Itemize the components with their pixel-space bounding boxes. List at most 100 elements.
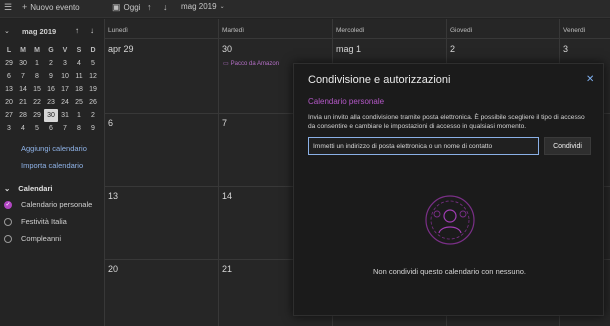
mini-calendar-day[interactable]: 7 (16, 70, 30, 83)
share-button[interactable]: Condividi (544, 137, 591, 155)
dialog-title: Condivisione e autorizzazioni (308, 74, 451, 86)
next-arrow-button[interactable]: ↓ (163, 2, 168, 12)
day-number[interactable]: 30 (222, 44, 232, 54)
mini-calendar-day[interactable]: 21 (16, 96, 30, 109)
mini-calendar-day[interactable]: 2 (44, 57, 58, 70)
mini-calendar-day[interactable]: 17 (58, 83, 72, 96)
mini-calendar-day[interactable]: 1 (72, 109, 86, 122)
checked-circle-icon: ✓ (4, 200, 12, 209)
calendar-event[interactable]: ▭ Pacco da Amazon (223, 60, 279, 68)
mini-calendar-day[interactable]: 1 (30, 57, 44, 70)
calendar-today-icon: ▣ (112, 2, 121, 12)
prev-arrow-button[interactable]: ↑ (147, 2, 152, 12)
calendars-section-title: Calendari (18, 184, 53, 193)
mini-calendar-day[interactable]: 5 (30, 122, 44, 135)
mini-prev-month-icon[interactable]: ↑ (75, 26, 79, 35)
mini-calendar-day[interactable]: 26 (86, 96, 100, 109)
calendar-item-birthdays[interactable]: Compleanni (4, 234, 61, 243)
sidebar: ⌄ mag 2019 ↑ ↓ L M M G V S D 29 30 1 2 3 4 5 6 7 8 9 10 11 1… (0, 19, 104, 326)
plus-icon: + (22, 2, 28, 12)
day-number[interactable]: 6 (108, 118, 113, 128)
calendar-item-label: Festività Italia (21, 217, 67, 226)
dialog-description: Invia un invito alla condivisione tramit… (308, 114, 585, 130)
import-calendar-link[interactable]: Importa calendario (21, 161, 83, 170)
mini-calendar-day[interactable]: 2 (86, 109, 100, 122)
mini-calendar-day[interactable]: 27 (2, 109, 16, 122)
mini-calendar-day[interactable]: 24 (58, 96, 72, 109)
day-number[interactable]: 3 (563, 44, 568, 54)
mini-calendar-week: 29 30 1 2 3 4 5 (2, 57, 100, 70)
empty-circle-icon (4, 234, 12, 243)
share-illustration-icon (425, 195, 475, 245)
share-email-input[interactable] (308, 137, 539, 155)
new-event-button[interactable]: + Nuovo evento (22, 2, 80, 12)
mini-calendar-day[interactable]: 23 (44, 96, 58, 109)
grid-divider (218, 19, 219, 326)
weekday-label: G (48, 47, 54, 54)
mini-calendar-day[interactable]: 28 (16, 109, 30, 122)
calendar-item-label: Calendario personale (21, 200, 93, 209)
collapse-chevron-icon[interactable]: ⌄ (4, 27, 10, 35)
mini-calendar-day[interactable]: 11 (72, 70, 86, 83)
calendars-section-header[interactable]: ⌄ Calendari (4, 184, 52, 193)
calendar-item-holidays[interactable]: Festività Italia (4, 217, 67, 226)
package-icon: ▭ (223, 61, 229, 67)
mini-next-month-icon[interactable]: ↓ (90, 26, 94, 35)
hamburger-button[interactable]: ☰ (4, 2, 12, 13)
grid-divider (104, 38, 610, 39)
mini-calendar-day[interactable]: 6 (2, 70, 16, 83)
mini-calendar-day[interactable]: 9 (44, 70, 58, 83)
mini-calendar-day[interactable]: 19 (86, 83, 100, 96)
day-number[interactable]: 20 (108, 264, 118, 274)
day-number[interactable]: 13 (108, 191, 118, 201)
mini-calendar-day[interactable]: 29 (2, 57, 16, 70)
share-permissions-dialog: Condivisione e autorizzazioni ✕ Calendar… (293, 63, 604, 316)
mini-calendar-day[interactable]: 16 (44, 83, 58, 96)
day-name: Mercoledì (336, 27, 365, 34)
mini-calendar-day[interactable]: 3 (2, 122, 16, 135)
add-calendar-link[interactable]: Aggiungi calendario (21, 144, 87, 153)
mini-calendar-day[interactable]: 30 (16, 57, 30, 70)
mini-calendar-day[interactable]: 14 (16, 83, 30, 96)
mini-calendar-day[interactable]: 13 (2, 83, 16, 96)
mini-calendar-day[interactable]: 3 (58, 57, 72, 70)
mini-calendar-day[interactable]: 18 (72, 83, 86, 96)
mini-calendar-day[interactable]: 9 (86, 122, 100, 135)
mini-calendar-day[interactable]: 8 (72, 122, 86, 135)
calendar-item-personal[interactable]: ✓ Calendario personale (4, 200, 92, 209)
mini-calendar-day[interactable]: 10 (58, 70, 72, 83)
mini-calendar-day[interactable]: 31 (58, 109, 72, 122)
mini-calendar-day[interactable]: 29 (30, 109, 44, 122)
mini-calendar-day[interactable]: 4 (72, 57, 86, 70)
mini-calendar-day[interactable]: 30 (44, 109, 58, 122)
weekday-label: V (62, 47, 68, 54)
weekday-label: L (6, 47, 12, 54)
month-selector[interactable]: mag 2019 ⌄ (181, 2, 225, 11)
day-number[interactable]: 2 (450, 44, 455, 54)
month-selector-label: mag 2019 (181, 2, 217, 11)
day-number[interactable]: apr 29 (108, 44, 134, 54)
mini-calendar-week: 13 14 15 16 17 18 19 (2, 83, 100, 96)
today-button[interactable]: ▣ Oggi (112, 2, 140, 13)
day-number[interactable]: 21 (222, 264, 232, 274)
day-number[interactable]: 7 (222, 118, 227, 128)
mini-calendar-day[interactable]: 5 (86, 57, 100, 70)
mini-calendar-day[interactable]: 4 (16, 122, 30, 135)
mini-calendar-grid: L M M G V S D 29 30 1 2 3 4 5 6 7 8 9 10 11 12 13 14 15 16 17 18 19… (2, 44, 100, 135)
mini-calendar-day[interactable]: 12 (86, 70, 100, 83)
day-name: Lunedì (108, 27, 128, 34)
mini-calendar-day[interactable]: 7 (58, 122, 72, 135)
hamburger-icon: ☰ (4, 2, 13, 12)
day-number[interactable]: 14 (222, 191, 232, 201)
calendar-name: Calendario personale (308, 97, 385, 106)
mini-calendar-day[interactable]: 22 (30, 96, 44, 109)
mini-calendar-day[interactable]: 8 (30, 70, 44, 83)
mini-calendar-day[interactable]: 20 (2, 96, 16, 109)
mini-calendar-header: ⌄ mag 2019 ↑ ↓ (4, 26, 100, 39)
arrow-up-icon: ↑ (147, 2, 152, 12)
day-number[interactable]: mag 1 (336, 44, 361, 54)
mini-calendar-day[interactable]: 6 (44, 122, 58, 135)
close-icon[interactable]: ✕ (586, 74, 594, 85)
mini-calendar-day[interactable]: 25 (72, 96, 86, 109)
mini-calendar-day[interactable]: 15 (30, 83, 44, 96)
